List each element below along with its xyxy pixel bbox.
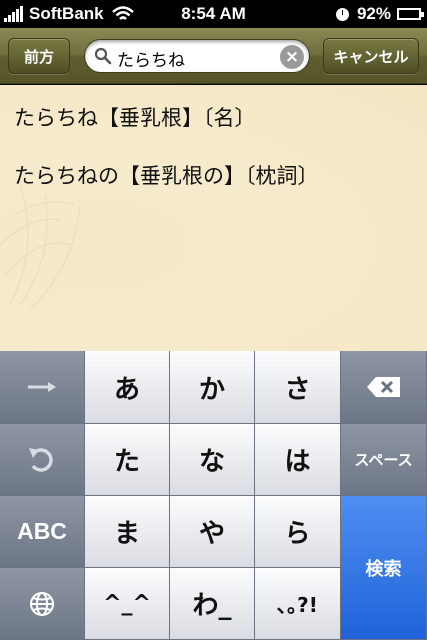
arrow-right-icon [28,382,56,392]
globe-key[interactable] [0,568,85,640]
key-punctuation[interactable]: ､｡?! [255,568,341,640]
undo-key[interactable] [0,424,85,496]
key-sa[interactable]: さ [255,351,341,424]
back-button[interactable]: 前方 [8,38,70,74]
key-a[interactable]: あ [85,351,170,424]
cursor-right-key[interactable] [0,351,85,424]
result-row[interactable]: たらちね【垂乳根】〔名〕 [14,102,256,132]
key-ya[interactable]: や [170,496,255,568]
status-bar: SoftBank 8:54 AM 92% [0,0,427,28]
key-ta[interactable]: た [85,424,170,496]
space-key[interactable]: スペース [341,424,427,496]
clear-search-icon[interactable]: × [280,45,304,69]
key-wa[interactable]: わ_ [170,568,255,640]
globe-icon [30,591,54,616]
alarm-clock-icon [335,7,349,21]
battery-icon [397,8,424,20]
key-ka[interactable]: か [170,351,255,424]
key-emoticon[interactable]: ^_^ [85,568,170,640]
cancel-button[interactable]: キャンセル [323,38,419,74]
results-list: たらちね【垂乳根】〔名〕 たらちねの【垂乳根の】〔枕詞〕 [0,85,427,351]
key-ra[interactable]: ら [255,496,341,568]
key-na[interactable]: な [170,424,255,496]
search-query[interactable]: たらちね [117,46,185,71]
search-key[interactable]: 検索 [341,496,427,640]
key-ha[interactable]: は [255,424,341,496]
battery-percent: 92% [356,4,391,23]
delete-key[interactable] [341,351,427,424]
search-input[interactable]: たらちね × [84,39,310,73]
backspace-icon [366,377,400,397]
search-bar: 前方 たらちね × キャンセル [0,28,427,84]
background-pattern [0,184,81,311]
result-row[interactable]: たらちねの【垂乳根の】〔枕詞〕 [14,160,319,190]
key-ma[interactable]: ま [85,496,170,568]
undo-icon [29,447,53,472]
search-icon [94,47,112,65]
japanese-kana-keyboard: ABC あ か さ た な は ま や ら ^_^ わ_ ､｡?! スペース 検… [0,351,427,640]
abc-key[interactable]: ABC [0,496,85,568]
